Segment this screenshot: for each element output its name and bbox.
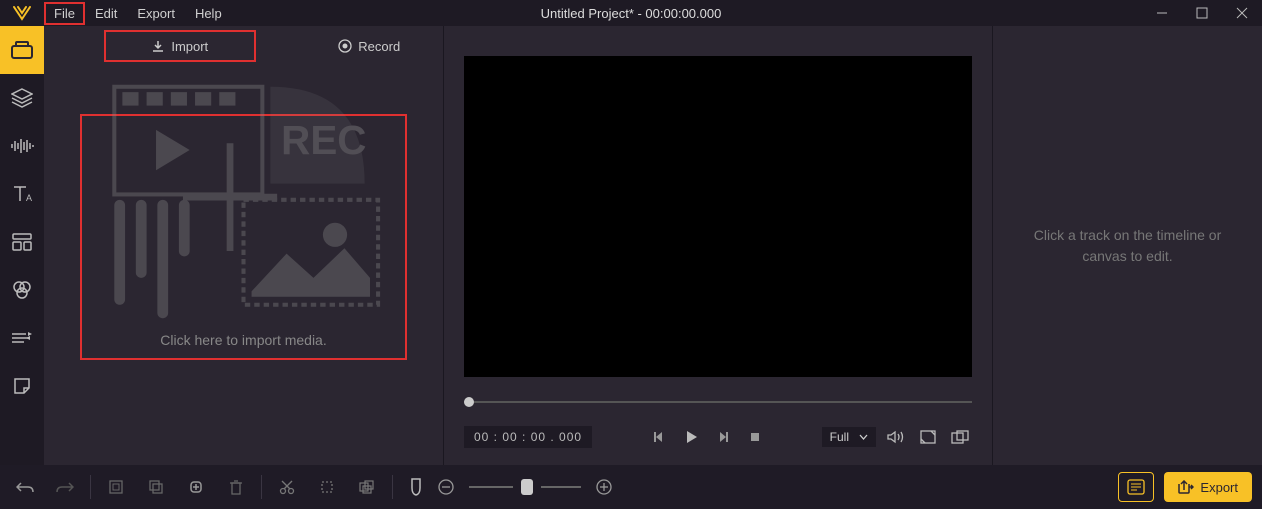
tool-stickers[interactable] (0, 362, 44, 410)
group-button[interactable] (181, 472, 211, 502)
snapshot-button[interactable] (916, 425, 940, 449)
record-label: Record (358, 39, 400, 54)
stop-button[interactable] (743, 425, 767, 449)
maximize-button[interactable] (1182, 0, 1222, 26)
redo-button[interactable] (50, 472, 80, 502)
media-panel: Import Record REC (44, 26, 444, 465)
menu-export[interactable]: Export (127, 2, 185, 25)
export-label: Export (1200, 480, 1238, 495)
zoom-track-left[interactable] (469, 486, 513, 488)
delete-button[interactable] (221, 472, 251, 502)
zoom-out-button[interactable] (431, 472, 461, 502)
tool-audio[interactable] (0, 122, 44, 170)
import-hint-text: Click here to import media. (160, 332, 327, 348)
tool-layers[interactable] (0, 74, 44, 122)
tool-text[interactable]: A (0, 170, 44, 218)
preview-panel: 00 : 00 : 00 . 000 Full (444, 26, 992, 465)
record-tab[interactable]: Record (296, 26, 444, 66)
import-label: Import (171, 39, 208, 54)
record-icon (338, 39, 352, 53)
media-tabs: Import Record (44, 26, 443, 66)
zoom-track-right[interactable] (541, 486, 581, 488)
volume-button[interactable] (884, 425, 908, 449)
import-icon (151, 39, 165, 53)
import-tab[interactable]: Import (104, 30, 256, 62)
properties-panel: Click a track on the timeline or canvas … (992, 26, 1262, 465)
scrub-track[interactable] (464, 401, 972, 403)
arrange-button[interactable] (352, 472, 382, 502)
properties-hint: Click a track on the timeline or canvas … (993, 225, 1262, 267)
app-logo-icon (0, 0, 44, 26)
tool-transitions[interactable] (0, 314, 44, 362)
menubar: File Edit Export Help Untitled Project* … (0, 0, 1262, 26)
import-drop-area[interactable]: REC Click here to import media. (80, 114, 407, 360)
tool-templates[interactable] (0, 218, 44, 266)
tool-media[interactable] (0, 26, 44, 74)
window-title: Untitled Project* - 00:00:00.000 (541, 6, 722, 21)
bottom-toolbar: Export (0, 465, 1262, 509)
main-area: A Import Record (0, 26, 1262, 465)
timeline-zoom-control (409, 472, 619, 502)
preview-zoom-select[interactable]: Full (822, 427, 876, 447)
menu-file[interactable]: File (44, 2, 85, 25)
scrub-playhead[interactable] (464, 397, 474, 407)
marker-icon[interactable] (409, 478, 423, 496)
split-button[interactable] (312, 472, 342, 502)
svg-text:REC: REC (281, 117, 366, 163)
zoom-in-button[interactable] (589, 472, 619, 502)
undo-button[interactable] (10, 472, 40, 502)
next-frame-button[interactable] (711, 425, 735, 449)
cut-button[interactable] (272, 472, 302, 502)
preview-controls: 00 : 00 : 00 . 000 Full (464, 417, 972, 457)
export-button[interactable]: Export (1164, 472, 1252, 502)
sidebar: A (0, 26, 44, 465)
window-controls (1142, 0, 1262, 26)
play-button[interactable] (679, 425, 703, 449)
preview-zoom-label: Full (830, 430, 849, 444)
preview-timecode: 00 : 00 : 00 . 000 (464, 426, 592, 448)
save-project-button[interactable] (1118, 472, 1154, 502)
fullscreen-button[interactable] (948, 425, 972, 449)
zoom-slider-handle[interactable] (521, 479, 533, 495)
tool-filters[interactable] (0, 266, 44, 314)
import-graphic-icon: REC (82, 76, 405, 332)
preview-canvas[interactable] (464, 56, 972, 377)
prev-frame-button[interactable] (647, 425, 671, 449)
preview-scrubber[interactable] (464, 387, 972, 417)
export-icon (1178, 480, 1194, 494)
menu-edit[interactable]: Edit (85, 2, 127, 25)
menu-help[interactable]: Help (185, 2, 232, 25)
minimize-button[interactable] (1142, 0, 1182, 26)
chevron-down-icon (859, 434, 868, 440)
duplicate-button[interactable] (141, 472, 171, 502)
close-button[interactable] (1222, 0, 1262, 26)
crop-button[interactable] (101, 472, 131, 502)
svg-text:A: A (26, 193, 32, 203)
